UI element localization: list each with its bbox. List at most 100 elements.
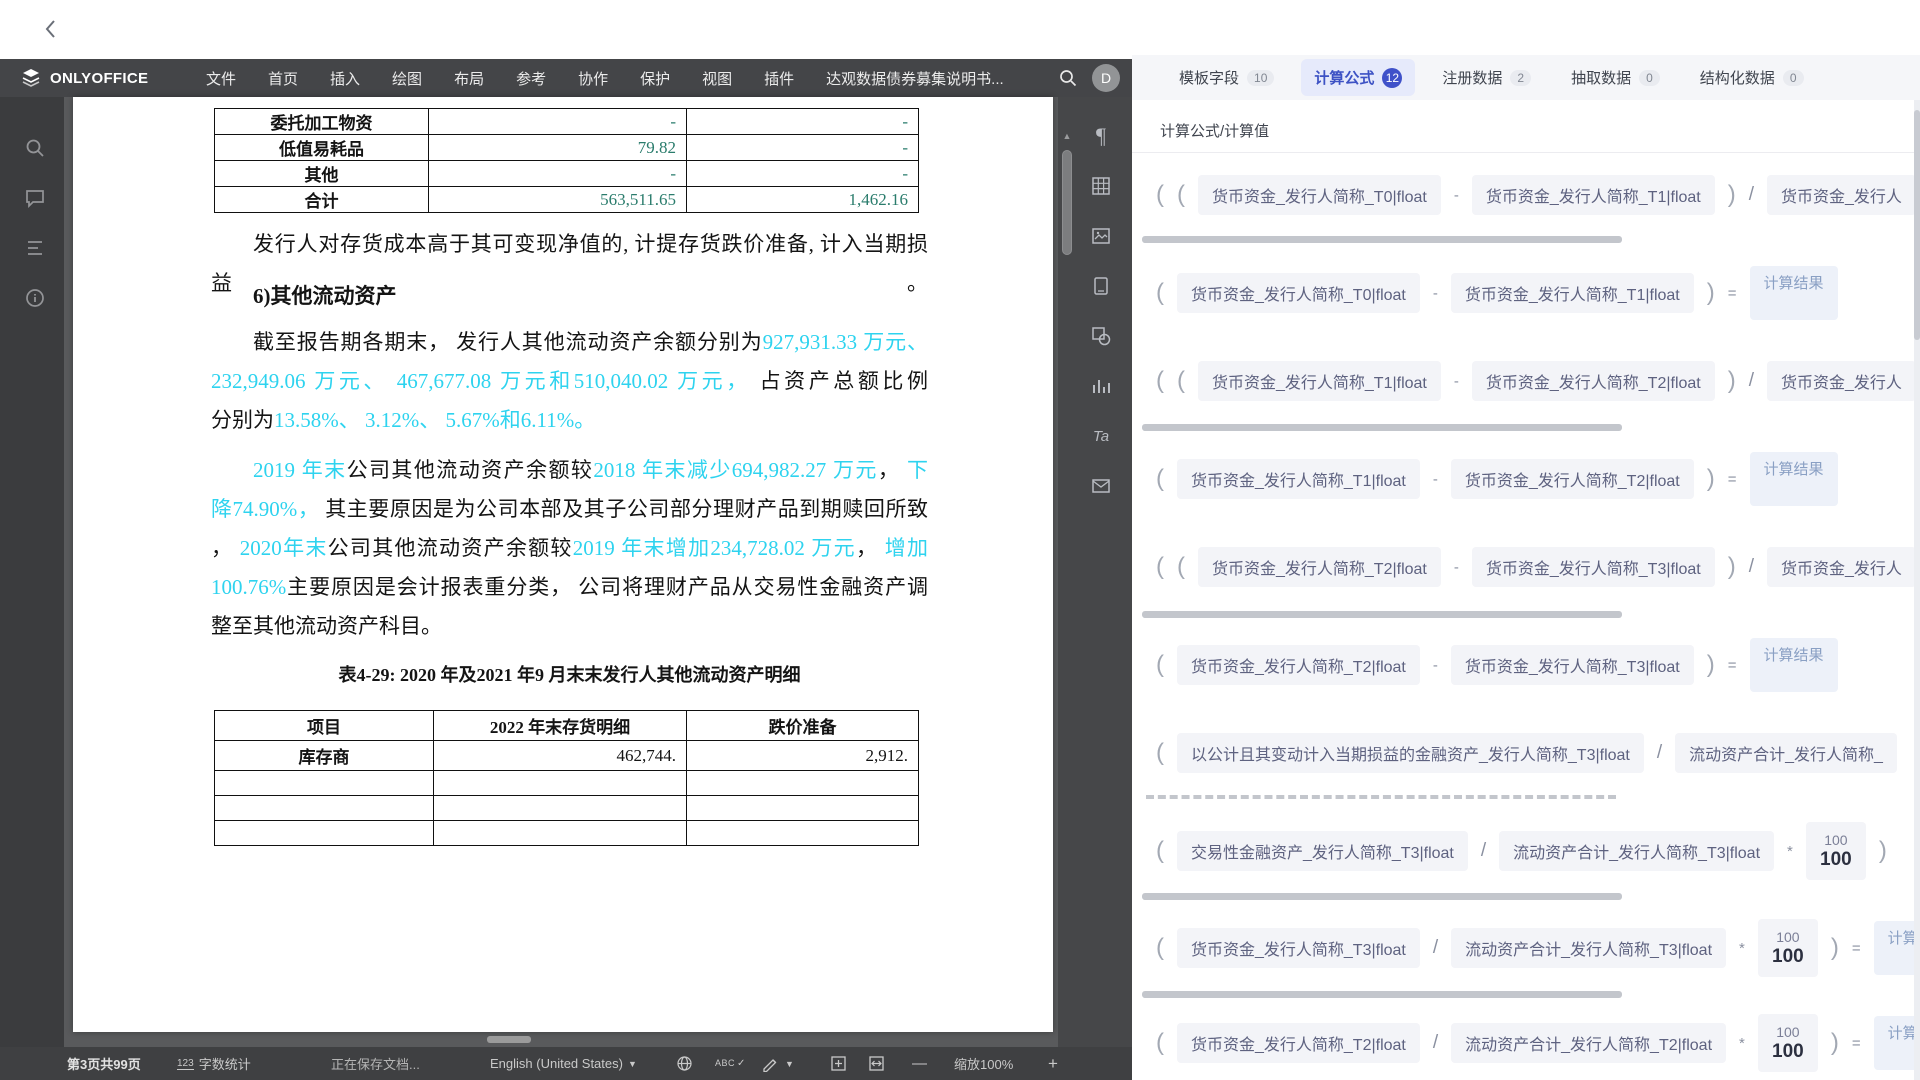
formula-field-tag[interactable]: 货币资金_发行人简称_T0|float	[1198, 175, 1441, 215]
formula-horizontal-scrollbar[interactable]	[1142, 991, 1622, 998]
formula-field-tag[interactable]: 货币资金_发行人简称_T3|float	[1177, 928, 1420, 968]
fit-page-icon[interactable]	[830, 1047, 847, 1080]
spellcheck-icon[interactable]: ABC✓	[715, 1047, 745, 1080]
calc-result-placeholder[interactable]: 计算结果	[1750, 638, 1838, 692]
formula-field-tag[interactable]: 货币资金_发行人简称_T1|float	[1451, 273, 1694, 313]
headings-icon[interactable]	[24, 237, 46, 259]
calc-result-placeholder[interactable]: 计算结果	[1750, 266, 1838, 320]
document-page[interactable]: 委托加工物资--低值易耗品79.82-其他--合计563,511.651,462…	[73, 97, 1053, 1032]
avatar[interactable]: D	[1092, 64, 1120, 92]
table-cell[interactable]: -	[687, 135, 919, 161]
mailmerge-icon[interactable]	[1088, 473, 1114, 499]
page-indicator[interactable]: 第3页共99页	[67, 1047, 141, 1080]
zoom-value[interactable]: 缩放100%	[954, 1047, 1013, 1080]
table-cell[interactable]: 低值易耗品	[215, 135, 429, 161]
table-cell[interactable]: 跌价准备	[687, 711, 919, 741]
table-cell[interactable]: -	[429, 109, 687, 135]
table-cell[interactable]	[434, 771, 687, 796]
language-selector[interactable]: English (United States) ▼	[490, 1047, 637, 1080]
formula-horizontal-scrollbar[interactable]	[1142, 236, 1622, 243]
formula-field-tag[interactable]: 流动资产合计_发行人简称_T2|float	[1451, 1023, 1726, 1063]
table-cell[interactable]: -	[429, 161, 687, 187]
formula-field-tag[interactable]: 流动资产合计_发行人简称_T3|float	[1499, 831, 1774, 871]
formula-field-tag[interactable]: 货币资金_发行人简称_T2|float	[1451, 459, 1694, 499]
table-cell[interactable]	[687, 771, 919, 796]
set-language-icon[interactable]	[676, 1047, 693, 1080]
menu-item-插入[interactable]: 插入	[314, 59, 376, 98]
menu-item-协作[interactable]: 协作	[562, 59, 624, 98]
table-cell[interactable]: 合计	[215, 187, 429, 213]
table-cell[interactable]	[687, 796, 919, 821]
table-cell[interactable]: 项目	[215, 711, 434, 741]
formula-field-tag[interactable]: 货币资金_发行人简称_T3|float	[1451, 645, 1694, 685]
search-icon[interactable]	[1058, 68, 1078, 88]
formula-dashed-scrollbar[interactable]	[1146, 795, 1616, 799]
about-icon[interactable]	[24, 287, 46, 309]
comments-icon[interactable]	[24, 187, 46, 209]
formula-field-tag[interactable]: 流动资产合计_发行人简称_	[1675, 733, 1897, 773]
table-settings-icon[interactable]	[1088, 173, 1114, 199]
page-settings-icon[interactable]	[1088, 273, 1114, 299]
table-cell[interactable]	[687, 821, 919, 846]
formula-field-tag[interactable]: 流动资产合计_发行人简称_T3|float	[1451, 928, 1726, 968]
word-count-button[interactable]: 123 字数统计	[177, 1047, 251, 1080]
formula-field-tag[interactable]: 货币资金_发行人简称_T3|float	[1472, 547, 1715, 587]
menu-item-达观数据债券募集说明书...[interactable]: 达观数据债券募集说明书...	[810, 59, 1020, 98]
zoom-in-button[interactable]: +	[1048, 1047, 1058, 1080]
menu-item-插件[interactable]: 插件	[748, 59, 810, 98]
table-cell[interactable]: 563,511.65	[429, 187, 687, 213]
chart-settings-icon[interactable]	[1088, 373, 1114, 399]
table-cell[interactable]: 2022 年末存货明细	[434, 711, 687, 741]
menu-item-参考[interactable]: 参考	[500, 59, 562, 98]
formula-field-tag[interactable]: 货币资金_发行人简称_T2|float	[1198, 547, 1441, 587]
formula-horizontal-scrollbar[interactable]	[1142, 893, 1622, 900]
table-cell[interactable]: 库存商	[215, 741, 434, 771]
tab-计算公式[interactable]: 计算公式12	[1301, 59, 1415, 96]
table-cell[interactable]	[215, 821, 434, 846]
formula-horizontal-scrollbar[interactable]	[1142, 611, 1622, 618]
table-cell[interactable]: -	[687, 109, 919, 135]
formula-field-tag[interactable]: 货币资金_发行人	[1767, 361, 1916, 401]
table-cell[interactable]: 2,912.	[687, 741, 919, 771]
menu-item-视图[interactable]: 视图	[686, 59, 748, 98]
shape-settings-icon[interactable]	[1088, 323, 1114, 349]
formula-field-tag[interactable]: 货币资金_发行人简称_T0|float	[1177, 273, 1420, 313]
zoom-out-button[interactable]: —	[912, 1047, 927, 1080]
formula-horizontal-scrollbar[interactable]	[1142, 424, 1622, 431]
search-icon[interactable]	[24, 137, 46, 159]
image-settings-icon[interactable]	[1088, 223, 1114, 249]
menu-item-绘图[interactable]: 绘图	[376, 59, 438, 98]
table-cell[interactable]	[215, 771, 434, 796]
menu-item-保护[interactable]: 保护	[624, 59, 686, 98]
table-cell[interactable]: 79.82	[429, 135, 687, 161]
formula-field-tag[interactable]: 货币资金_发行人	[1767, 547, 1916, 587]
document-horizontal-scrollbar[interactable]	[487, 1036, 531, 1043]
tab-抽取数据[interactable]: 抽取数据0	[1558, 59, 1673, 96]
formula-field-tag[interactable]: 货币资金_发行人简称_T1|float	[1177, 459, 1420, 499]
tab-注册数据[interactable]: 注册数据2	[1429, 59, 1544, 96]
table-cell[interactable]: -	[687, 161, 919, 187]
table-cell[interactable]	[434, 796, 687, 821]
textart-settings-icon[interactable]: Ta	[1088, 423, 1114, 449]
table-cell[interactable]: 1,462.16	[687, 187, 919, 213]
table-cell[interactable]	[215, 796, 434, 821]
panel-scrollbar-thumb[interactable]	[1914, 110, 1920, 340]
tab-结构化数据[interactable]: 结构化数据0	[1687, 59, 1817, 96]
table-cell[interactable]: 其他	[215, 161, 429, 187]
track-changes-icon[interactable]: ▼	[762, 1047, 794, 1080]
formula-field-tag[interactable]: 货币资金_发行人简称_T2|float	[1177, 1023, 1420, 1063]
table-cell[interactable]: 委托加工物资	[215, 109, 429, 135]
fit-width-icon[interactable]	[868, 1047, 885, 1080]
scroll-up-icon[interactable]: ▲	[1061, 131, 1073, 141]
table-cell[interactable]: 462,744.	[434, 741, 687, 771]
menu-item-文件[interactable]: 文件	[190, 59, 252, 98]
table-cell[interactable]	[434, 821, 687, 846]
calc-result-placeholder[interactable]: 计算结果	[1750, 452, 1838, 506]
back-icon[interactable]	[36, 14, 66, 44]
formula-field-tag[interactable]: 货币资金_发行人简称_T2|float	[1472, 361, 1715, 401]
menu-item-首页[interactable]: 首页	[252, 59, 314, 98]
formula-field-tag[interactable]: 货币资金_发行人简称_T2|float	[1177, 645, 1420, 685]
formula-field-tag[interactable]: 货币资金_发行人简称_T1|float	[1198, 361, 1441, 401]
tab-模板字段[interactable]: 模板字段10	[1166, 59, 1287, 96]
formula-field-tag[interactable]: 交易性金融资产_发行人简称_T3|float	[1177, 831, 1468, 871]
